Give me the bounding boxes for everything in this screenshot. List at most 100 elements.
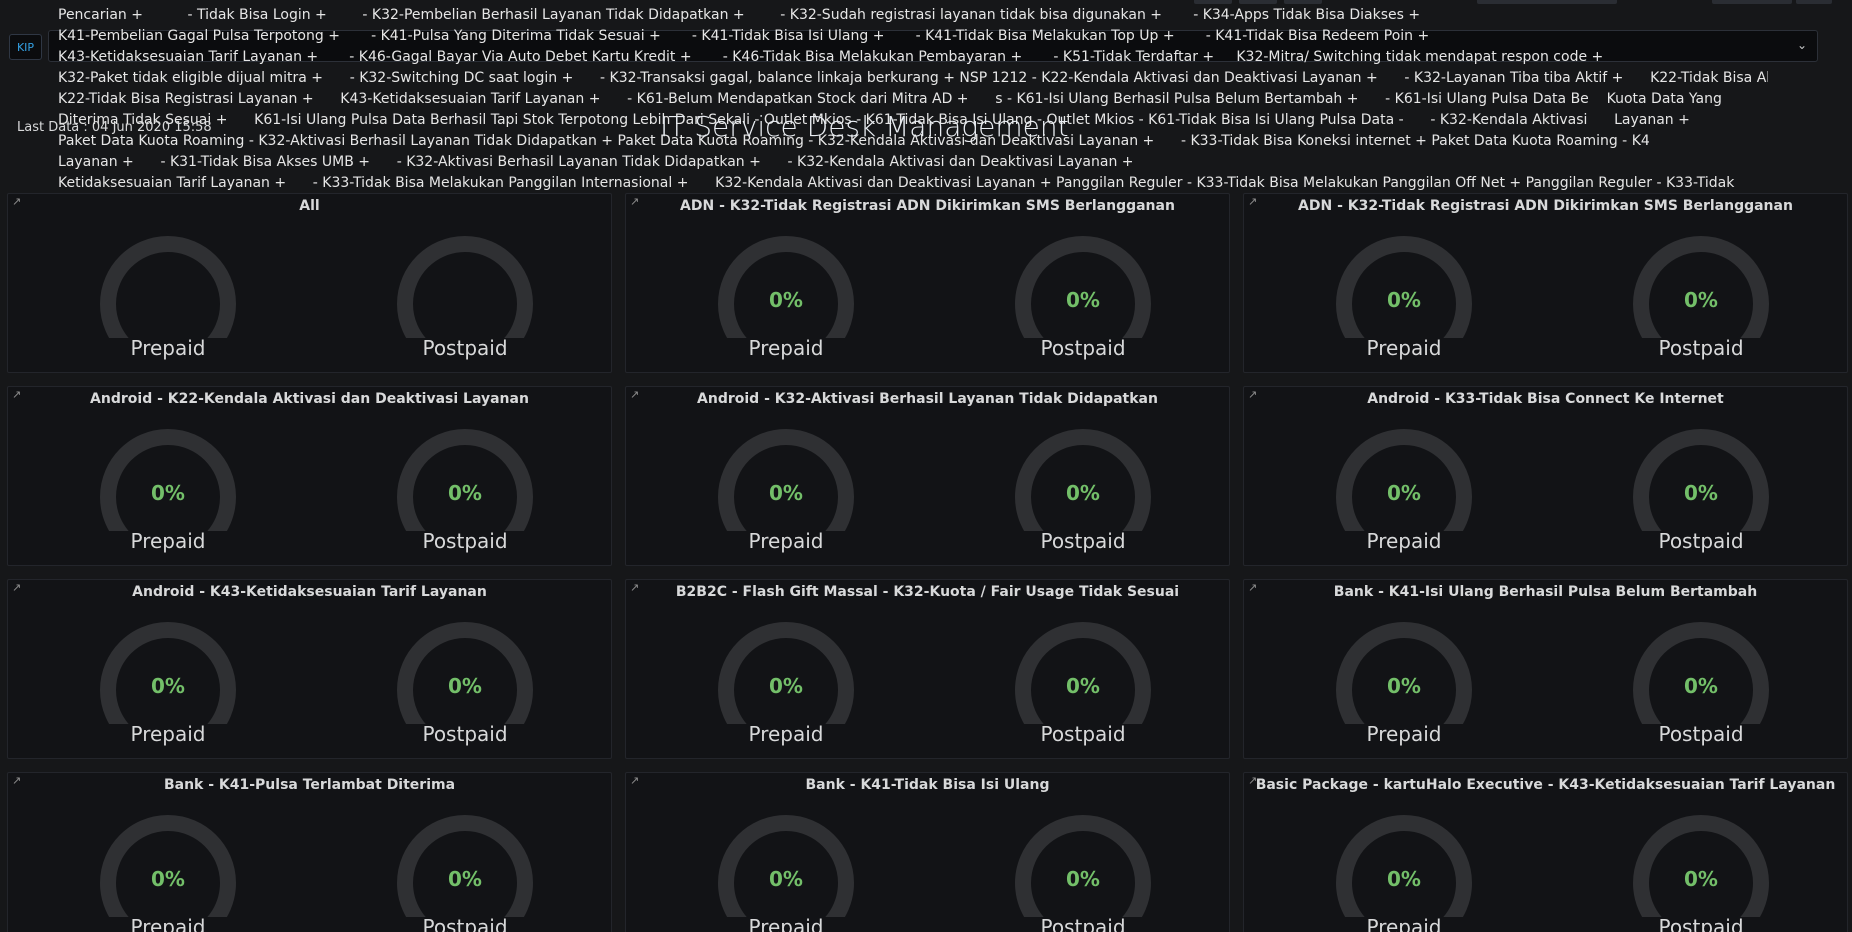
dashboard-header: KIP ⌄ Pencarian + - Tidak Bisa Login + -… xyxy=(0,0,1852,190)
panel-title[interactable]: Android - K43-Ketidaksesuaian Tarif Laya… xyxy=(8,584,611,600)
gauge-panel[interactable]: ↗ Basic Package - kartuHalo Executive - … xyxy=(1243,772,1848,932)
panel-title[interactable]: Basic Package - kartuHalo Executive - K4… xyxy=(1244,777,1847,793)
panel-title[interactable]: ADN - K32-Tidak Registrasi ADN Dikirimka… xyxy=(1244,198,1847,214)
gauge-panel[interactable]: ↗ Android - K43-Ketidaksesuaian Tarif La… xyxy=(7,579,612,759)
prepaid-gauge: 0% Prepaid xyxy=(706,807,866,932)
postpaid-value: 0% xyxy=(448,481,482,505)
prepaid-label: Prepaid xyxy=(748,722,824,746)
gauge-dial xyxy=(100,236,236,338)
prepaid-value: 0% xyxy=(1387,867,1421,891)
gauge-panel[interactable]: ↗ Bank - K41-Tidak Bisa Isi Ulang 0% Pre… xyxy=(625,772,1230,932)
prepaid-label: Prepaid xyxy=(1366,529,1442,553)
panel-title[interactable]: Bank - K41-Pulsa Terlambat Diterima xyxy=(8,777,611,793)
postpaid-gauge: 0% Postpaid xyxy=(1621,614,1781,754)
postpaid-value: 0% xyxy=(1684,867,1718,891)
postpaid-gauge: 0% Postpaid xyxy=(385,614,545,754)
panel-title[interactable]: All xyxy=(8,198,611,214)
prepaid-gauge: 0% Prepaid xyxy=(706,228,866,368)
postpaid-label: Postpaid xyxy=(1040,529,1126,553)
postpaid-label: Postpaid xyxy=(1658,915,1744,932)
prepaid-label: Prepaid xyxy=(1366,336,1442,360)
panel-title[interactable]: Android - K22-Kendala Aktivasi dan Deakt… xyxy=(8,391,611,407)
panel-title[interactable]: B2B2C - Flash Gift Massal - K32-Kuota / … xyxy=(626,584,1229,600)
gauge-dial xyxy=(1633,236,1769,338)
postpaid-value: 0% xyxy=(1684,481,1718,505)
prepaid-gauge: 0% Prepaid xyxy=(88,614,248,754)
filter-badge[interactable]: KIP xyxy=(9,34,42,60)
postpaid-value: 0% xyxy=(448,674,482,698)
prepaid-label: Prepaid xyxy=(1366,915,1442,932)
prepaid-gauge: 0% Prepaid xyxy=(1324,421,1484,561)
prepaid-value: 0% xyxy=(1387,288,1421,312)
gauge-dial xyxy=(1015,622,1151,724)
gauge-panel[interactable]: ↗ Bank - K41-Isi Ulang Berhasil Pulsa Be… xyxy=(1243,579,1848,759)
prepaid-value: 0% xyxy=(1387,674,1421,698)
gauge-dial xyxy=(397,622,533,724)
postpaid-label: Postpaid xyxy=(422,336,508,360)
postpaid-label: Postpaid xyxy=(422,722,508,746)
filter-line: K43-Ketidaksesuaian Tarif Layanan + - K4… xyxy=(58,49,1604,65)
filter-line: Ketidaksesuaian Tarif Layanan + - K33-Ti… xyxy=(58,175,1735,190)
toolbar-button[interactable] xyxy=(1239,0,1277,4)
postpaid-gauge: 0% Postpaid xyxy=(1003,807,1163,932)
toolbar-button[interactable] xyxy=(1477,0,1617,4)
postpaid-gauge: 0% Postpaid xyxy=(385,421,545,561)
filter-line: K22-Tidak Bisa Registrasi Layanan + K43-… xyxy=(58,91,1722,107)
postpaid-label: Postpaid xyxy=(1658,722,1744,746)
gauge-panel[interactable]: ↗ ADN - K32-Tidak Registrasi ADN Dikirim… xyxy=(625,193,1230,373)
gauge-panel[interactable]: ↗ Android - K22-Kendala Aktivasi dan Dea… xyxy=(7,386,612,566)
gauge-dial xyxy=(397,429,533,531)
chevron-down-icon[interactable]: ⌄ xyxy=(1797,38,1807,52)
postpaid-label: Postpaid xyxy=(422,529,508,553)
toolbar-button[interactable] xyxy=(1712,0,1792,4)
postpaid-gauge: 0% Postpaid xyxy=(1621,228,1781,368)
postpaid-label: Postpaid xyxy=(422,915,508,932)
prepaid-label: Prepaid xyxy=(130,915,206,932)
prepaid-label: Prepaid xyxy=(130,529,206,553)
prepaid-gauge: 0% Prepaid xyxy=(88,421,248,561)
panel-title[interactable]: Android - K33-Tidak Bisa Connect Ke Inte… xyxy=(1244,391,1847,407)
toolbar-button[interactable] xyxy=(1194,0,1232,4)
last-data-timestamp: Last Data : 04 Jun 2020 15:58 xyxy=(17,120,212,135)
prepaid-value: 0% xyxy=(1387,481,1421,505)
postpaid-value: 0% xyxy=(1066,674,1100,698)
postpaid-label: Postpaid xyxy=(1040,915,1126,932)
prepaid-gauge: 0% Prepaid xyxy=(1324,228,1484,368)
gauge-panel[interactable]: ↗ Android - K32-Aktivasi Berhasil Layana… xyxy=(625,386,1230,566)
panel-title[interactable]: Bank - K41-Tidak Bisa Isi Ulang xyxy=(626,777,1229,793)
panel-title[interactable]: Bank - K41-Isi Ulang Berhasil Pulsa Belu… xyxy=(1244,584,1847,600)
prepaid-value: 0% xyxy=(769,288,803,312)
postpaid-value: 0% xyxy=(1066,481,1100,505)
gauge-dial xyxy=(718,429,854,531)
postpaid-label: Postpaid xyxy=(1658,336,1744,360)
gauge-dial xyxy=(100,622,236,724)
gauge-dial xyxy=(100,429,236,531)
prepaid-value: 0% xyxy=(769,867,803,891)
gauge-dial xyxy=(1633,429,1769,531)
gauge-dial xyxy=(718,815,854,917)
toolbar-button[interactable] xyxy=(1796,0,1832,4)
prepaid-gauge: 0% Prepaid xyxy=(1324,614,1484,754)
filter-line: Pencarian + - Tidak Bisa Login + - K32-P… xyxy=(58,7,1421,23)
gauge-dial xyxy=(397,815,533,917)
gauge-panel[interactable]: ↗ ADN - K32-Tidak Registrasi ADN Dikirim… xyxy=(1243,193,1848,373)
gauge-panel[interactable]: ↗ All Prepaid Postpaid xyxy=(7,193,612,373)
prepaid-value: 0% xyxy=(151,674,185,698)
panel-title[interactable]: ADN - K32-Tidak Registrasi ADN Dikirimka… xyxy=(626,198,1229,214)
filter-line: K41-Pembelian Gagal Pulsa Terpotong + - … xyxy=(58,28,1430,44)
postpaid-label: Postpaid xyxy=(1040,336,1126,360)
prepaid-label: Prepaid xyxy=(130,722,206,746)
gauge-dial xyxy=(1336,236,1472,338)
gauge-panel[interactable]: ↗ Android - K33-Tidak Bisa Connect Ke In… xyxy=(1243,386,1848,566)
gauge-dial xyxy=(1015,815,1151,917)
toolbar-button[interactable] xyxy=(1284,0,1322,4)
gauge-dial xyxy=(1633,622,1769,724)
gauge-dial xyxy=(397,236,533,338)
postpaid-gauge: Postpaid xyxy=(385,228,545,368)
selected-filter-values[interactable]: Pencarian + - Tidak Bisa Login + - K32-P… xyxy=(58,5,1768,190)
gauge-dial xyxy=(1633,815,1769,917)
postpaid-gauge: 0% Postpaid xyxy=(1621,421,1781,561)
gauge-panel[interactable]: ↗ Bank - K41-Pulsa Terlambat Diterima 0%… xyxy=(7,772,612,932)
panel-title[interactable]: Android - K32-Aktivasi Berhasil Layanan … xyxy=(626,391,1229,407)
gauge-panel[interactable]: ↗ B2B2C - Flash Gift Massal - K32-Kuota … xyxy=(625,579,1230,759)
